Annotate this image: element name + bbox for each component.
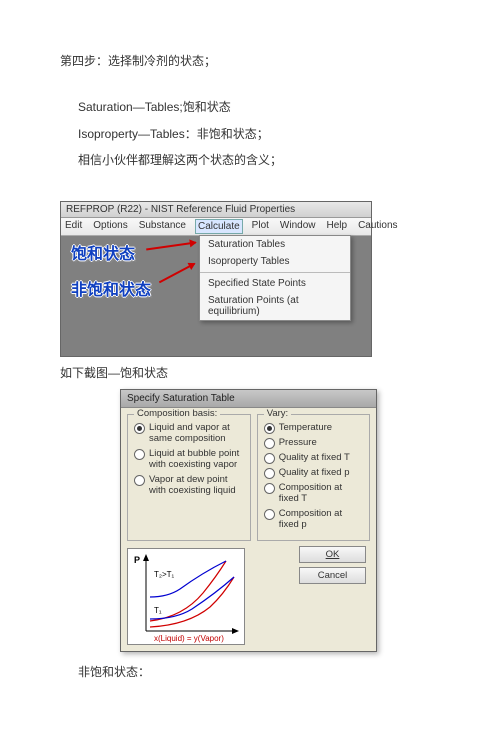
radio-icon[interactable] <box>134 423 145 434</box>
menu-substance[interactable]: Substance <box>137 219 188 234</box>
radio-icon[interactable] <box>264 453 275 464</box>
arrow-icon <box>159 262 195 283</box>
radio-icon[interactable] <box>134 475 145 486</box>
vary-opt-temp[interactable]: Temperature <box>279 422 332 433</box>
radio-icon[interactable] <box>264 438 275 449</box>
menu-bar: Edit Options Substance Calculate Plot Wi… <box>61 218 371 236</box>
plot-t2: T₂>T₁ <box>154 570 175 579</box>
isoproperty-desc: Isoproperty—Tables：非饱和状态； <box>60 124 440 144</box>
label-saturated: 饱和状态 <box>71 240 135 264</box>
vary-opt-compp[interactable]: Composition at fixed p <box>279 508 363 531</box>
menu-cautions[interactable]: Cautions <box>356 219 399 234</box>
saturation-desc: Saturation—Tables;饱和状态 <box>60 97 440 117</box>
dialog-plot: P T₂>T₁ T₁ x(Liquid) = y(Vapor) <box>127 548 245 645</box>
menu-calculate[interactable]: Calculate <box>195 219 243 234</box>
refprop-screenshot: REFPROP (R22) - NIST Reference Fluid Pro… <box>60 201 372 357</box>
caption-unsaturated: 非饱和状态： <box>60 662 440 682</box>
menu-item-saturation-points[interactable]: Saturation Points (at equilibrium) <box>200 292 350 320</box>
menu-item-isoproperty-tables[interactable]: Isoproperty Tables <box>200 253 350 270</box>
menu-edit[interactable]: Edit <box>63 219 84 234</box>
calculate-dropdown: Saturation Tables Isoproperty Tables Spe… <box>199 235 351 321</box>
radio-icon[interactable] <box>264 468 275 479</box>
window-title: REFPROP (R22) - NIST Reference Fluid Pro… <box>61 202 371 218</box>
cancel-button[interactable]: Cancel <box>299 567 366 584</box>
step-title: 第四步：选择制冷剂的状态； <box>60 51 440 71</box>
ok-button[interactable]: OK <box>299 546 366 563</box>
menu-item-specified-state[interactable]: Specified State Points <box>200 275 350 292</box>
arrow-icon <box>146 241 196 250</box>
menu-item-saturation-tables[interactable]: Saturation Tables <box>200 236 350 253</box>
menu-window[interactable]: Window <box>278 219 318 234</box>
dialog-title: Specify Saturation Table <box>121 390 376 408</box>
menu-plot[interactable]: Plot <box>250 219 271 234</box>
comp-opt-bubble[interactable]: Liquid at bubble point with coexisting v… <box>149 448 244 471</box>
comp-opt-dew[interactable]: Vapor at dew point with coexisting liqui… <box>149 474 244 497</box>
comp-opt-same[interactable]: Liquid and vapor at same composition <box>149 422 244 445</box>
vary-legend: Vary: <box>264 408 291 419</box>
vary-opt-qualp[interactable]: Quality at fixed p <box>279 467 350 478</box>
vary-opt-pressure[interactable]: Pressure <box>279 437 317 448</box>
radio-icon[interactable] <box>264 483 275 494</box>
radio-icon[interactable] <box>264 509 275 520</box>
vary-opt-compT[interactable]: Composition at fixed T <box>279 482 363 505</box>
vary-opt-qualT[interactable]: Quality at fixed T <box>279 452 350 463</box>
saturation-dialog: Specify Saturation Table Composition bas… <box>120 389 377 652</box>
plot-yaxis: P <box>134 555 140 565</box>
menu-options[interactable]: Options <box>91 219 129 234</box>
note: 相信小伙伴都理解这两个状态的含义； <box>60 150 440 170</box>
radio-icon[interactable] <box>134 449 145 460</box>
menu-help[interactable]: Help <box>324 219 349 234</box>
caption-saturated: 如下截图—饱和状态 <box>60 363 440 383</box>
label-unsaturated: 非饱和状态 <box>71 276 151 300</box>
plot-t1: T₁ <box>154 606 162 615</box>
composition-legend: Composition basis: <box>134 408 220 419</box>
plot-xformula: x(Liquid) = y(Vapor) <box>154 634 224 643</box>
radio-icon[interactable] <box>264 423 275 434</box>
